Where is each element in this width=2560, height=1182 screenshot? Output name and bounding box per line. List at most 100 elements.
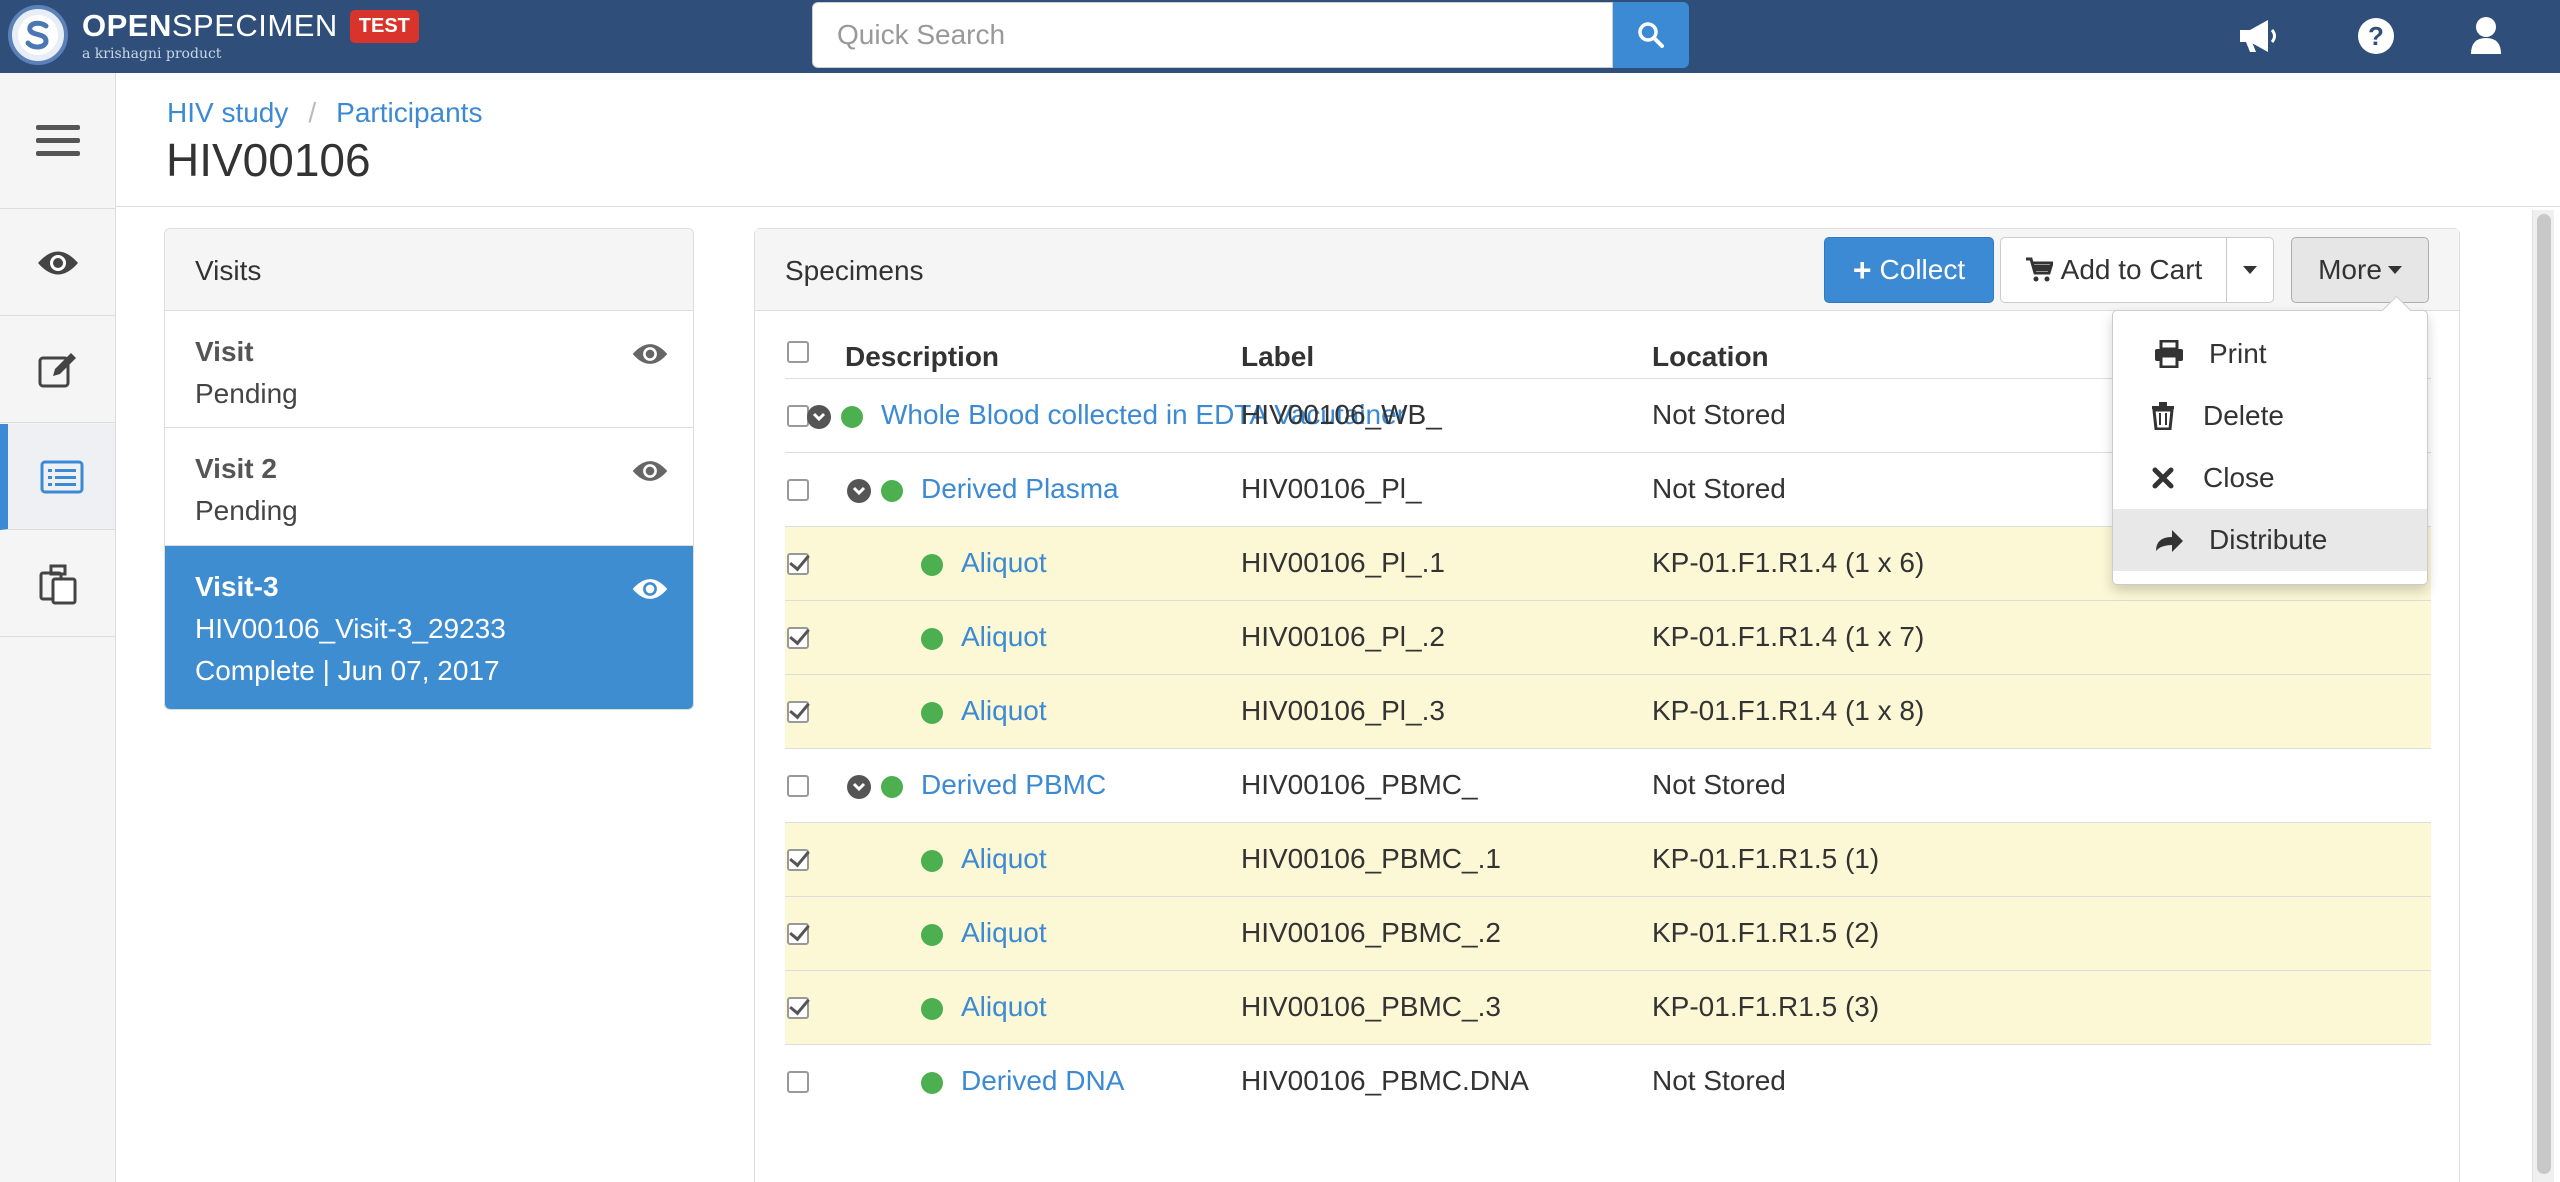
specimen-label: HIV00106_PBMC_.3 [1241, 991, 1501, 1022]
status-dot-icon [921, 702, 943, 724]
more-button[interactable]: More [2291, 237, 2429, 303]
sidebar-toggle[interactable] [0, 73, 115, 209]
page-scrollbar[interactable] [2532, 210, 2554, 1182]
svg-text:?: ? [2368, 21, 2384, 51]
select-all-checkbox[interactable] [787, 341, 809, 363]
specimen-location: KP-01.F1.R1.4 (1 x 6) [1652, 547, 1925, 578]
logo-mark-icon [8, 5, 68, 65]
visit-item[interactable]: Visit 2 Pending [165, 428, 693, 546]
search-button[interactable] [1613, 2, 1689, 68]
specimen-label: HIV00106_PBMC_.2 [1241, 917, 1501, 948]
close-icon [2152, 467, 2174, 489]
collect-button[interactable]: + Collect [1824, 237, 1994, 303]
scrollbar-thumb[interactable] [2537, 214, 2551, 1174]
left-sidebar [0, 73, 116, 1182]
visit-name: Visit [195, 336, 254, 367]
specimen-location: KP-01.F1.R1.4 (1 x 8) [1652, 695, 1925, 726]
row-checkbox[interactable] [787, 627, 809, 649]
row-checkbox[interactable] [787, 849, 809, 871]
specimen-label: HIV00106_PBMC.DNA [1241, 1065, 1529, 1096]
edit-icon [38, 352, 76, 387]
quick-search [812, 2, 1689, 68]
header-divider [116, 206, 2560, 207]
chevron-down-icon[interactable] [847, 479, 871, 503]
row-checkbox[interactable] [787, 701, 809, 723]
visits-panel: Visits Visit Pending Visit 2 Pending Vis… [164, 228, 694, 710]
menu-item-distribute[interactable]: Distribute [2113, 509, 2427, 571]
row-checkbox[interactable] [787, 479, 809, 501]
specimen-location: Not Stored [1652, 399, 1786, 430]
more-dropdown-menu: Print Delete Close Distribute [2112, 310, 2428, 585]
brand-logo[interactable]: OPENSPECIMEN a krishagni product TEST [8, 3, 419, 67]
table-row[interactable]: Aliquot HIV00106_PBMC_.2 KP-01.F1.R1.5 (2) [785, 896, 2431, 970]
specimen-description-link[interactable]: Aliquot [961, 843, 1047, 875]
eye-icon[interactable] [631, 572, 669, 614]
column-header-label: Label [1241, 341, 1315, 372]
status-dot-icon [921, 924, 943, 946]
caret-down-icon [2243, 266, 2257, 274]
breadcrumb-participants-link[interactable]: Participants [336, 97, 482, 129]
status-dot-icon [921, 850, 943, 872]
env-badge: TEST [349, 9, 419, 43]
eye-icon [37, 251, 78, 274]
breadcrumb-study-link[interactable]: HIV study [167, 97, 288, 129]
sidebar-item-overview[interactable] [0, 210, 115, 316]
specimen-label: HIV00106_WB_ [1241, 399, 1442, 430]
specimen-location: KP-01.F1.R1.5 (3) [1652, 991, 1880, 1022]
menu-item-print[interactable]: Print [2113, 323, 2427, 385]
eye-icon[interactable] [631, 337, 669, 379]
specimen-label: HIV00106_Pl_ [1241, 473, 1422, 504]
row-checkbox[interactable] [787, 775, 809, 797]
sidebar-item-edit[interactable] [0, 317, 115, 423]
row-checkbox[interactable] [787, 1071, 809, 1093]
status-dot-icon [921, 998, 943, 1020]
list-icon [40, 460, 83, 493]
add-to-cart-button[interactable]: Add to Cart [2000, 237, 2227, 303]
specimen-description-link[interactable]: Aliquot [961, 695, 1047, 727]
specimen-description-link[interactable]: Derived Plasma [921, 473, 1119, 505]
user-menu-button[interactable] [2462, 12, 2510, 60]
specimen-description-link[interactable]: Aliquot [961, 621, 1047, 653]
sidebar-item-specimens[interactable] [0, 424, 115, 530]
visit-item-selected[interactable]: Visit-3 HIV00106_Visit-3_29233 Complete … [165, 546, 693, 709]
specimen-location: KP-01.F1.R1.4 (1 x 7) [1652, 621, 1925, 652]
brand-name: OPENSPECIMEN [82, 7, 338, 43]
menu-item-close[interactable]: Close [2113, 447, 2427, 509]
add-to-cart-dropdown-toggle[interactable] [2226, 237, 2274, 303]
specimen-description-link[interactable]: Derived PBMC [921, 769, 1106, 801]
help-icon: ? [2358, 18, 2394, 54]
row-checkbox[interactable] [787, 997, 809, 1019]
eye-icon[interactable] [631, 454, 669, 496]
menu-item-delete[interactable]: Delete [2113, 385, 2427, 447]
user-icon [2471, 17, 2501, 54]
sidebar-item-documents[interactable] [0, 531, 115, 637]
visit-item[interactable]: Visit Pending [165, 311, 693, 428]
specimen-description-link[interactable]: Derived DNA [961, 1065, 1124, 1097]
specimen-location: Not Stored [1652, 473, 1786, 504]
specimen-description-link[interactable]: Aliquot [961, 917, 1047, 949]
specimen-description-link[interactable]: Aliquot [961, 547, 1047, 579]
breadcrumb-separator: / [308, 97, 317, 128]
row-checkbox[interactable] [787, 923, 809, 945]
status-dot-icon [881, 480, 903, 502]
specimens-panel-header: Specimens + Collect Add to Cart More [755, 229, 2459, 311]
help-button[interactable]: ? [2352, 12, 2400, 60]
table-row[interactable]: Aliquot HIV00106_Pl_.2 KP-01.F1.R1.4 (1 x … [785, 600, 2431, 674]
row-checkbox[interactable] [787, 405, 809, 427]
table-row[interactable]: Aliquot HIV00106_PBMC_.3 KP-01.F1.R1.5 (3) [785, 970, 2431, 1044]
table-row[interactable]: Derived DNA HIV00106_PBMC.DNA Not Stored [785, 1044, 2431, 1118]
specimen-location: KP-01.F1.R1.5 (1) [1652, 843, 1880, 874]
visit-status: Pending [195, 378, 298, 409]
table-row[interactable]: Aliquot HIV00106_PBMC_.1 KP-01.F1.R1.5 (1) [785, 822, 2431, 896]
row-checkbox[interactable] [787, 553, 809, 575]
announcements-button[interactable] [2234, 12, 2282, 60]
chevron-down-icon[interactable] [847, 775, 871, 799]
chevron-down-icon[interactable] [807, 405, 831, 429]
column-header-location: Location [1652, 341, 1769, 372]
copy-icon [39, 564, 76, 604]
table-row[interactable]: Derived PBMC HIV00106_PBMC_ Not Stored [785, 748, 2431, 822]
search-input[interactable] [812, 2, 1613, 68]
visit-name: Visit-3 [195, 571, 279, 602]
table-row[interactable]: Aliquot HIV00106_Pl_.3 KP-01.F1.R1.4 (1 x … [785, 674, 2431, 748]
specimen-description-link[interactable]: Aliquot [961, 991, 1047, 1023]
